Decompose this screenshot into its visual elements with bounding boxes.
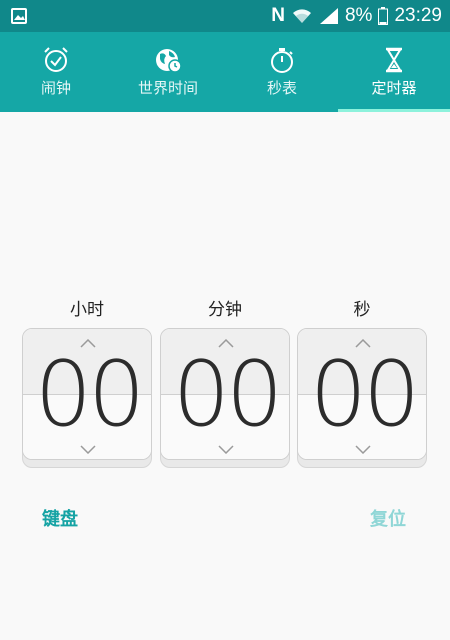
hours-value[interactable]: 00	[23, 345, 151, 445]
hourglass-icon	[386, 47, 402, 73]
minutes-value[interactable]: 00	[161, 345, 289, 445]
tab-alarm[interactable]: 闹钟	[0, 32, 112, 112]
tab-timer[interactable]: 定时器	[338, 32, 450, 112]
active-tab-indicator	[338, 109, 450, 112]
tab-world-clock[interactable]: 世界时间	[112, 32, 224, 112]
tab-alarm-label: 闹钟	[40, 79, 71, 97]
clock-time: 23:29	[394, 5, 442, 26]
hours-label: 小时	[70, 300, 104, 320]
spinner-card: 00	[160, 328, 290, 460]
chevron-down-icon[interactable]	[218, 445, 234, 454]
alarm-icon	[44, 47, 68, 72]
chevron-down-icon[interactable]	[355, 445, 371, 454]
battery-icon	[378, 7, 389, 25]
nfc-icon: N	[271, 5, 285, 26]
hours-spinner[interactable]: 00	[22, 328, 152, 468]
tab-bar: 闹钟 世界时间 秒表 定时器	[0, 32, 450, 112]
status-bar: N 8% 23:29	[0, 0, 450, 32]
tab-stopwatch-label: 秒表	[266, 79, 297, 97]
tab-timer-label: 定时器	[371, 79, 417, 97]
seconds-label: 秒	[353, 300, 371, 320]
chevron-down-icon[interactable]	[80, 445, 96, 454]
stopwatch-icon	[271, 48, 293, 73]
tab-world-clock-label: 世界时间	[137, 79, 198, 97]
seconds-spinner[interactable]: 00	[297, 328, 427, 468]
signal-icon	[319, 8, 338, 24]
seconds-value[interactable]: 00	[298, 345, 426, 445]
minutes-spinner[interactable]: 00	[160, 328, 290, 468]
keyboard-button[interactable]: 键盘	[42, 505, 78, 531]
reset-button[interactable]: 复位	[370, 505, 406, 531]
wifi-icon	[292, 9, 311, 23]
spinner-card: 00	[22, 328, 152, 460]
tab-stopwatch[interactable]: 秒表	[226, 32, 338, 112]
minutes-label: 分钟	[208, 300, 242, 320]
gallery-icon	[11, 8, 27, 24]
spinner-card: 00	[297, 328, 427, 460]
world-clock-icon	[156, 49, 182, 73]
battery-percent: 8%	[344, 5, 373, 26]
